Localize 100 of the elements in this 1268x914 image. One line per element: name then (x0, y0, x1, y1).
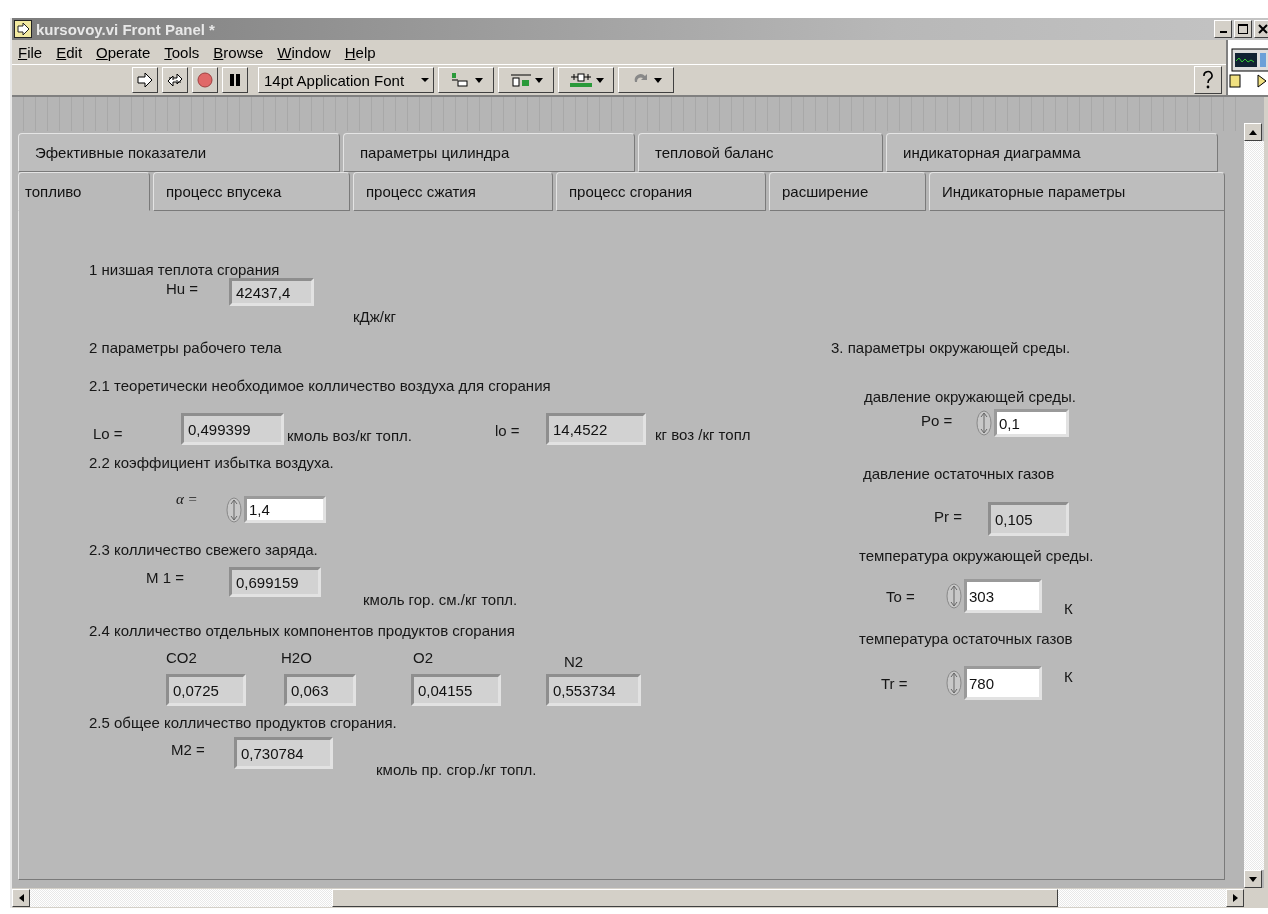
numeric-indicator: 0,699159 (229, 567, 321, 597)
scroll-left-button[interactable] (12, 889, 30, 907)
menu-item[interactable]: Help (344, 43, 376, 61)
maximize-button[interactable] (1234, 20, 1252, 38)
section-heading: температура остаточных газов (859, 630, 1073, 648)
numeric-indicator: 0,063 (284, 674, 356, 706)
tab[interactable]: параметры цилиндра (343, 133, 635, 172)
field-label: CO2 (166, 649, 197, 667)
align-dropdown[interactable] (438, 67, 494, 93)
run-arrow-icon (136, 72, 154, 88)
close-icon (1258, 24, 1268, 34)
run-continuously-button[interactable] (162, 67, 188, 93)
numeric-indicator: 0,04155 (411, 674, 501, 706)
section-heading: 2.4 колличество отдельных компонентов продуктов сгорания (89, 622, 515, 640)
run-button[interactable] (132, 67, 158, 93)
unit-label: кмоль воз/кг топл. (287, 427, 412, 445)
stop-icon (196, 71, 214, 89)
menu-item[interactable]: Operate (96, 43, 151, 61)
tab[interactable]: тепловой баланс (638, 133, 883, 172)
scroll-thumb[interactable] (332, 889, 1058, 907)
unit-label: кг воз /кг топл (655, 426, 751, 444)
numeric-control[interactable]: 780 (964, 666, 1042, 700)
caret-icon (534, 77, 543, 83)
field-label: lo = (495, 422, 520, 440)
window-title: kursovoy.vi Front Panel * (36, 20, 215, 38)
numeric-indicator: 42437,4 (229, 278, 314, 306)
numeric-indicator: 14,4522 (546, 413, 646, 445)
menu-item[interactable]: Window (277, 43, 331, 61)
field-label: M 1 = (146, 569, 184, 587)
tab[interactable]: топливо (18, 172, 150, 211)
reorder-dropdown[interactable] (618, 67, 674, 93)
section-heading: 3. параметры окружающей среды. (831, 339, 1071, 357)
resize-objects-icon (568, 72, 593, 88)
numeric-control[interactable]: 1,4 (244, 496, 326, 523)
resize-dropdown[interactable] (558, 67, 614, 93)
field-label: Po = (921, 412, 953, 430)
scroll-up-button[interactable] (1244, 123, 1262, 141)
distribute-objects-icon (509, 72, 532, 88)
unit-label: К (1064, 668, 1073, 686)
field-label: H2O (281, 649, 312, 667)
numeric-control[interactable]: 303 (964, 579, 1042, 613)
unit-label: кмоль пр. сгор./кг топл. (376, 761, 537, 779)
unit-label: кДж/кг (353, 308, 396, 326)
tab[interactable]: процесс сгорания (556, 172, 766, 211)
numeric-indicator: 0,0725 (166, 674, 246, 706)
maximize-icon (1238, 24, 1248, 34)
section-heading: 2.3 колличество свежего заряда. (89, 541, 318, 559)
tab[interactable]: расширение (769, 172, 926, 211)
field-label: To = (886, 588, 915, 606)
field-label: O2 (413, 649, 433, 667)
help-button[interactable] (1194, 66, 1222, 94)
section-heading: 1 низшая теплота сгорания (89, 261, 280, 279)
menu-item[interactable]: Edit (56, 43, 83, 61)
vertical-scrollbar[interactable] (1244, 97, 1264, 888)
left-arrow-icon (18, 894, 24, 902)
section-heading: 2.5 общее колличество продуктов сгорания. (89, 714, 397, 732)
menu-item[interactable]: Browse (213, 43, 264, 61)
field-label: Hu = (166, 280, 199, 298)
close-button[interactable] (1254, 20, 1268, 38)
section-heading: давление остаточных газов (863, 465, 1055, 483)
tab[interactable]: процесс сжатия (353, 172, 553, 211)
field-label: N2 (564, 653, 584, 671)
numeric-indicator: 0,553734 (546, 674, 641, 706)
right-arrow-icon (1232, 894, 1238, 902)
font-dropdown[interactable]: 14pt Application Font (258, 67, 434, 93)
scroll-right-button[interactable] (1226, 889, 1244, 907)
tab[interactable]: Эфективные показатели (18, 133, 340, 172)
question-mark-icon (1201, 70, 1215, 90)
field-label: α = (176, 490, 198, 508)
numeric-indicator: 0,105 (988, 502, 1069, 536)
caret-icon (474, 77, 483, 83)
pause-button[interactable] (222, 67, 248, 93)
menu-item[interactable]: Tools (164, 43, 200, 61)
section-heading: давление окружающей среды. (864, 388, 1076, 406)
field-label: M2 = (171, 741, 205, 759)
minimize-button[interactable] (1214, 20, 1232, 38)
run-arrow-icon (14, 20, 32, 38)
up-arrow-icon (1249, 129, 1257, 135)
abort-button[interactable] (192, 67, 218, 93)
section-heading: температура окружающей среды. (859, 547, 1094, 565)
unit-label: К (1064, 600, 1073, 618)
minimize-icon (1219, 31, 1227, 33)
distribute-dropdown[interactable] (498, 67, 554, 93)
field-label: Pr = (934, 508, 962, 526)
field-label: Lo = (93, 425, 123, 443)
cycle-arrows-icon (166, 71, 184, 89)
field-label: Tr = (881, 675, 908, 693)
caret-icon (595, 77, 604, 83)
caret-icon (653, 77, 662, 83)
tab[interactable]: Индикаторные параметры (929, 172, 1225, 211)
tab[interactable]: индикаторная диаграмма (886, 133, 1218, 172)
menu-item[interactable]: File (18, 43, 43, 61)
pause-icon (228, 73, 242, 87)
section-heading: 2.1 теоретически необходимое колличество воздуха для сгорания (89, 377, 551, 395)
numeric-indicator: 0,730784 (234, 737, 333, 769)
tab[interactable]: процесс впусека (153, 172, 350, 211)
section-heading: 2.2 коэффициент избытка воздуха. (89, 454, 334, 472)
numeric-control[interactable]: 0,1 (994, 409, 1069, 437)
scroll-down-button[interactable] (1244, 870, 1262, 888)
numeric-indicator: 0,499399 (181, 413, 284, 445)
